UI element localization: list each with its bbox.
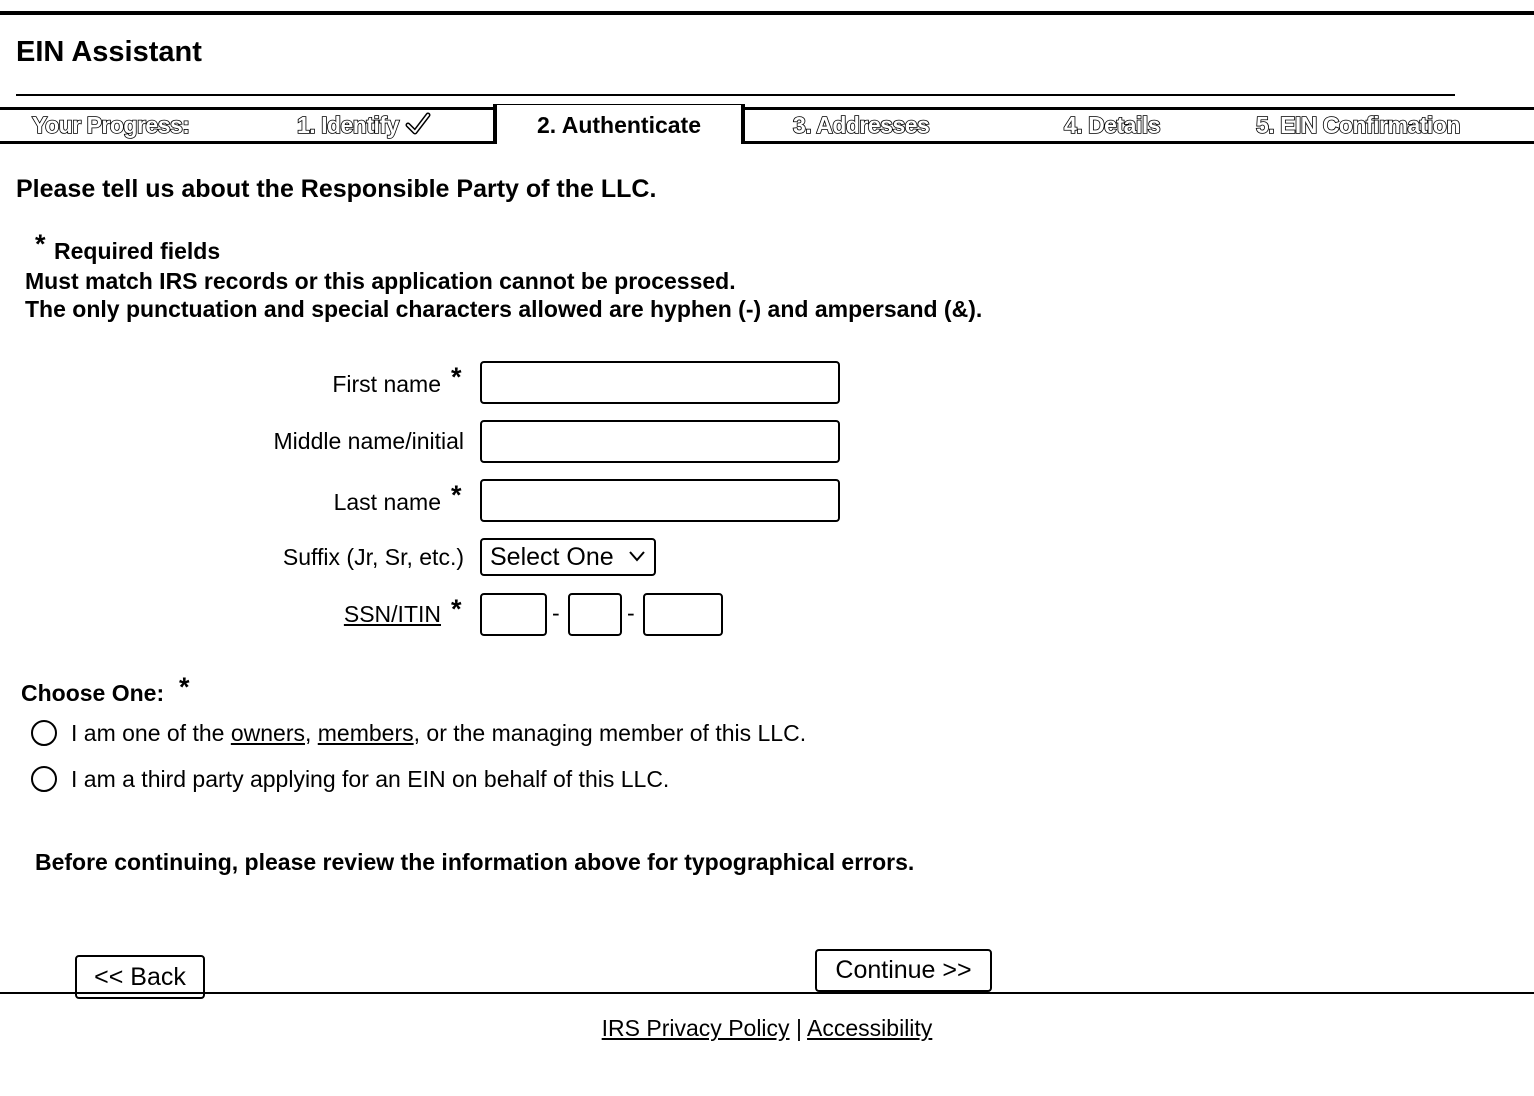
middle-name-input[interactable] [480, 420, 840, 463]
step-details: 4. Details [1063, 111, 1161, 139]
step-identify-label: 1. Identify [296, 111, 400, 139]
footer-separator: | [795, 1015, 802, 1041]
step-addresses: 3. Addresses [792, 111, 930, 139]
owners-link[interactable]: owners [231, 720, 305, 746]
third-party-radio[interactable] [31, 766, 57, 792]
middle-name-label: Middle name/initial [273, 428, 464, 454]
first-name-input[interactable] [480, 361, 840, 404]
page-heading: Please tell us about the Responsible Par… [16, 175, 657, 203]
suffix-label: Suffix (Jr, Sr, etc.) [282, 544, 464, 570]
chevron-down-icon [629, 551, 645, 562]
owner-member-option-sep: , [304, 720, 318, 746]
ssn-itin-link[interactable]: SSN/ITIN [344, 600, 441, 628]
owner-member-option-suffix: , or the managing member of this LLC. [413, 720, 807, 746]
first-name-required-star: * [451, 362, 462, 392]
step-ein-confirmation: 5. EIN Confirmation [1255, 111, 1461, 139]
ssn-required-star: * [451, 594, 462, 624]
progress-top-rule [0, 107, 1534, 110]
footer: IRS Privacy Policy | Accessibility [0, 1013, 1534, 1043]
choose-one-required-star: * [179, 672, 190, 702]
progress-bottom-rule [0, 141, 1534, 144]
accessibility-link[interactable]: Accessibility [807, 1015, 932, 1041]
top-rule [0, 11, 1534, 15]
step-identify: 1. Identify [296, 111, 431, 139]
irs-records-note: Must match IRS records or this applicati… [25, 268, 736, 294]
footer-rule [0, 992, 1534, 994]
owner-member-option-label: I am one of the owners, members, or the … [71, 719, 806, 747]
ssn-part1-input[interactable] [480, 593, 547, 636]
ssn-separator: - [552, 600, 560, 626]
suffix-select-value: Select One [490, 543, 614, 571]
step-authenticate: 2. Authenticate [536, 112, 701, 138]
ssn-separator: - [627, 600, 635, 626]
suffix-select[interactable]: Select One [480, 538, 656, 576]
review-notice: Before continuing, please review the inf… [35, 849, 915, 875]
privacy-policy-link[interactable]: IRS Privacy Policy [602, 1015, 790, 1041]
punctuation-note: The only punctuation and special charact… [25, 296, 983, 322]
last-name-input[interactable] [480, 479, 840, 522]
title-rule [16, 94, 1455, 96]
required-fields-text: Required fields [54, 238, 221, 264]
ssn-part2-input[interactable] [568, 593, 622, 636]
owner-member-option-prefix: I am one of the [71, 720, 231, 746]
third-party-option-label: I am a third party applying for an EIN o… [71, 766, 670, 792]
app-title: EIN Assistant [16, 36, 202, 68]
first-name-label: First name [332, 371, 441, 397]
checkmark-icon [405, 112, 431, 135]
last-name-required-star: * [451, 480, 462, 510]
ssn-part3-input[interactable] [643, 593, 723, 636]
owner-member-radio[interactable] [31, 720, 57, 746]
progress-label: Your Progress: [31, 111, 191, 139]
members-link[interactable]: members [318, 720, 414, 746]
last-name-label: Last name [333, 489, 441, 515]
required-star: * [35, 229, 46, 259]
choose-one-label: Choose One: [21, 680, 165, 706]
continue-button[interactable]: Continue >> [815, 949, 992, 992]
